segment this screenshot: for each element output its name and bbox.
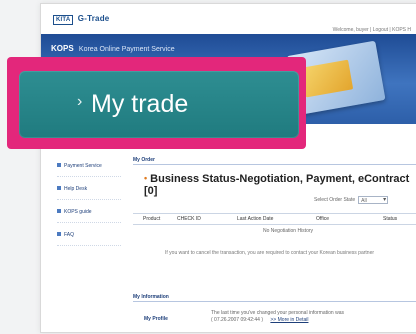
order-state-filter: Select Order State All <box>314 196 389 204</box>
my-information-label: My Information <box>133 294 169 300</box>
my-trade-button[interactable]: › My trade <box>19 71 299 138</box>
business-status-text: Business Status-Negotiation, Payment, eC… <box>144 173 410 197</box>
banner-nav-what-is-kops[interactable]: What is KOPS? <box>363 140 405 146</box>
logo-prefix: KITA <box>53 15 74 25</box>
column-header-product: Product <box>143 216 161 222</box>
banner-title: KOPS Korea Online Payment Service <box>51 44 175 53</box>
sidebar: Payment Service Help Desk KOPS guide FAQ <box>41 154 121 254</box>
profile-last-change-date: ( 07.26.2007 09:42:44 ) <box>211 317 263 323</box>
bullet-icon: • <box>144 173 148 183</box>
banner-brand: KOPS <box>51 44 74 53</box>
sidebar-item-help-desk[interactable]: Help Desk <box>57 185 121 200</box>
profile-note-text: The last time you've changed your person… <box>211 310 344 316</box>
my-profile-link[interactable]: My Profile <box>144 316 168 322</box>
cancel-transaction-note: If you want to cancel the transaction, y… <box>165 250 375 256</box>
site-logo[interactable]: KITA G-Trade <box>53 14 109 25</box>
browser-page: KITA G-Trade Welcome, buyer | Logout | K… <box>40 3 416 333</box>
column-header-office: Office <box>316 216 329 222</box>
order-table-header: Product CHECK ID Last Action Date Office… <box>133 213 416 225</box>
section-divider <box>133 164 416 165</box>
logo-name: G-Trade <box>77 14 110 23</box>
column-header-last-action-date: Last Action Date <box>237 216 274 222</box>
empty-table-message: No Negotiation History <box>263 228 314 234</box>
my-order-label: My Order <box>133 157 155 163</box>
profile-note-date-row: ( 07.26.2007 09:42:44 ) >> More in Detai… <box>211 317 401 324</box>
more-in-detail-link[interactable]: >> More in Detail <box>270 317 308 323</box>
column-header-check-id: CHECK ID <box>177 216 201 222</box>
sidebar-item-faq[interactable]: FAQ <box>57 231 121 246</box>
banner-subtitle: Korea Online Payment Service <box>78 46 175 53</box>
section-divider <box>133 301 416 302</box>
order-state-label: Select Order State <box>314 197 356 203</box>
top-links[interactable]: Welcome, buyer | Logout | KOPS H <box>333 27 411 33</box>
top-bar: KITA G-Trade Welcome, buyer | Logout | K… <box>41 4 416 34</box>
profile-change-note: The last time you've changed your person… <box>211 310 401 324</box>
chevron-right-icon: › <box>77 93 83 110</box>
sidebar-item-payment-service[interactable]: Payment Service <box>57 162 121 177</box>
sidebar-item-kops-guide[interactable]: KOPS guide <box>57 208 121 223</box>
column-header-status: Status <box>383 216 398 222</box>
my-trade-label: My trade <box>91 90 189 118</box>
order-state-select[interactable]: All <box>358 196 389 204</box>
business-status-title: • Business Status-Negotiation, Payment, e… <box>144 173 416 197</box>
